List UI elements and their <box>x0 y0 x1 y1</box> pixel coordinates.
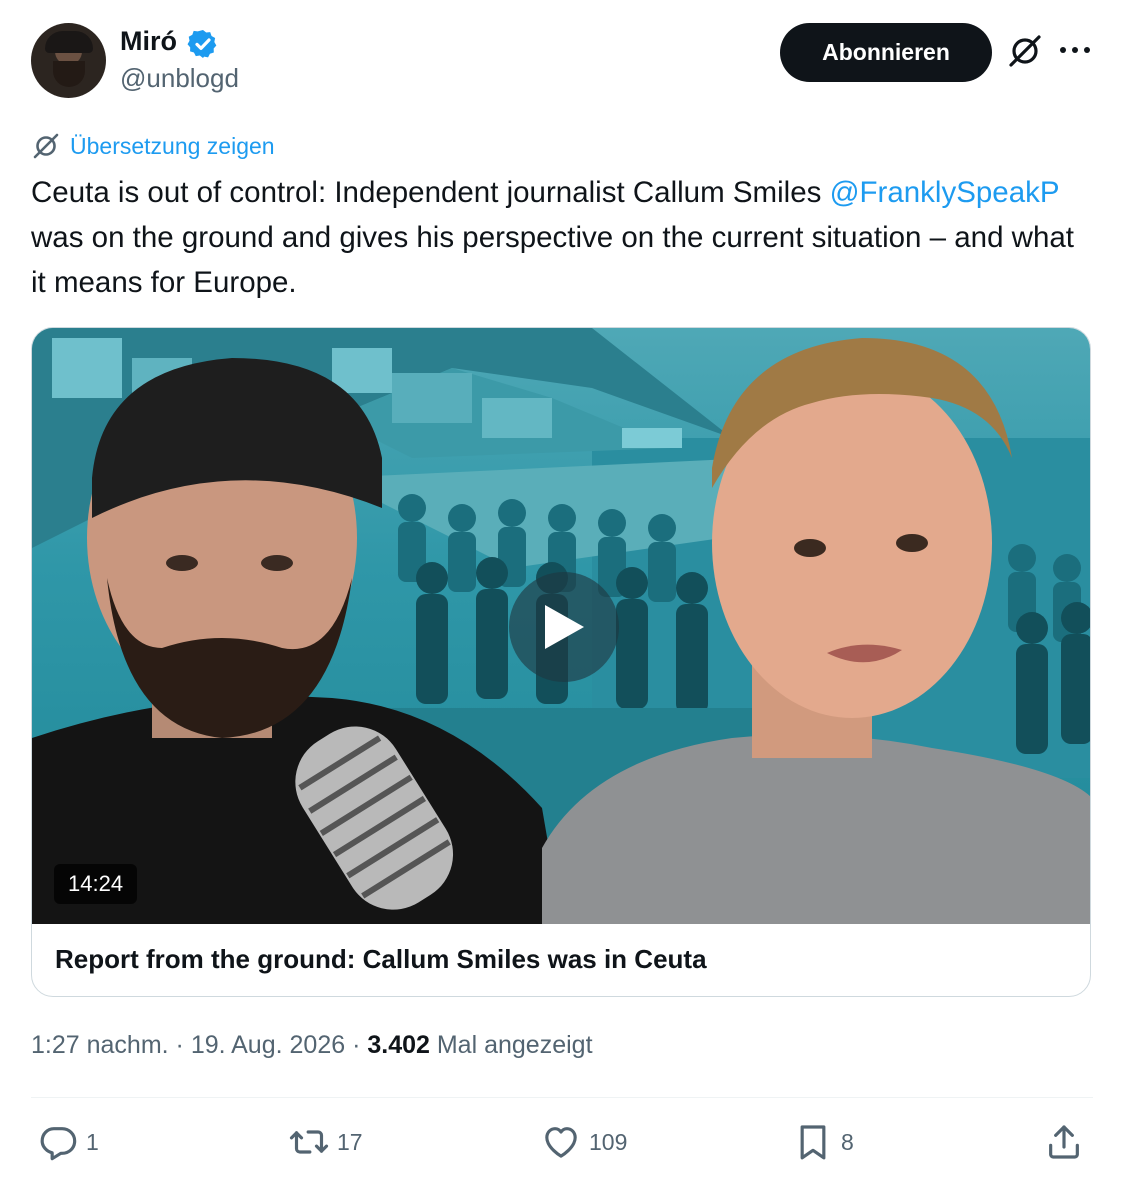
heart-icon <box>545 1127 577 1158</box>
divider <box>31 1097 1093 1098</box>
translate-label[interactable]: Übersetzung zeigen <box>70 133 275 160</box>
tweet-text: Ceuta is out of control: Independent jou… <box>31 170 1091 305</box>
avatar[interactable] <box>31 23 106 98</box>
avatar-cap <box>45 31 93 53</box>
author-name[interactable]: Miró <box>120 26 177 57</box>
repost-icon <box>289 1130 329 1154</box>
video-duration: 14:24 <box>54 864 138 904</box>
like-button[interactable]: 109 <box>541 1122 627 1162</box>
tweet-text-part: Ceuta is out of control: Independent jou… <box>31 176 830 209</box>
verified-badge-icon <box>187 30 217 58</box>
tweet-text-part: was on the ground and gives his perspect… <box>31 221 1074 299</box>
media-card[interactable]: 14:24 Report from the ground: Callum Smi… <box>31 327 1091 997</box>
reply-button[interactable]: 1 <box>38 1122 99 1162</box>
repost-button[interactable]: 17 <box>289 1122 363 1162</box>
mention-link[interactable]: @FranklySpeakP <box>830 176 1059 209</box>
tweet-time[interactable]: 1:27 nachm. <box>31 1031 169 1059</box>
views-label: Mal angezeigt <box>436 1031 593 1059</box>
translate-link[interactable]: Übersetzung zeigen <box>31 130 275 162</box>
card-title[interactable]: Report from the ground: Callum Smiles wa… <box>55 944 707 975</box>
grok-icon <box>33 133 59 159</box>
avatar-beard <box>53 61 85 87</box>
meta-separator: · <box>345 1031 368 1059</box>
reply-count: 1 <box>86 1128 99 1155</box>
tweet-date[interactable]: 19. Aug. 2026 <box>191 1031 345 1059</box>
play-icon <box>545 605 584 649</box>
bookmark-button[interactable]: 8 <box>793 1122 854 1162</box>
video-thumbnail[interactable]: 14:24 <box>32 328 1090 924</box>
repost-count: 17 <box>337 1128 363 1155</box>
share-button[interactable] <box>1044 1122 1084 1162</box>
tweet-meta: 1:27 nachm. · 19. Aug. 2026 · 3.402 Mal … <box>31 1031 593 1060</box>
more-icon[interactable] <box>1057 40 1093 60</box>
like-count: 109 <box>589 1128 628 1155</box>
author-handle[interactable]: @unblogd <box>120 63 239 94</box>
reply-icon <box>40 1127 77 1161</box>
bookmark-count: 8 <box>841 1128 854 1155</box>
play-button[interactable] <box>509 572 619 682</box>
bookmark-icon <box>800 1125 826 1160</box>
meta-separator: · <box>168 1031 191 1059</box>
grok-icon[interactable] <box>1006 32 1044 70</box>
view-count: 3.402 <box>367 1031 430 1059</box>
follow-button[interactable]: Abonnieren <box>780 23 992 82</box>
share-icon <box>1049 1125 1079 1159</box>
